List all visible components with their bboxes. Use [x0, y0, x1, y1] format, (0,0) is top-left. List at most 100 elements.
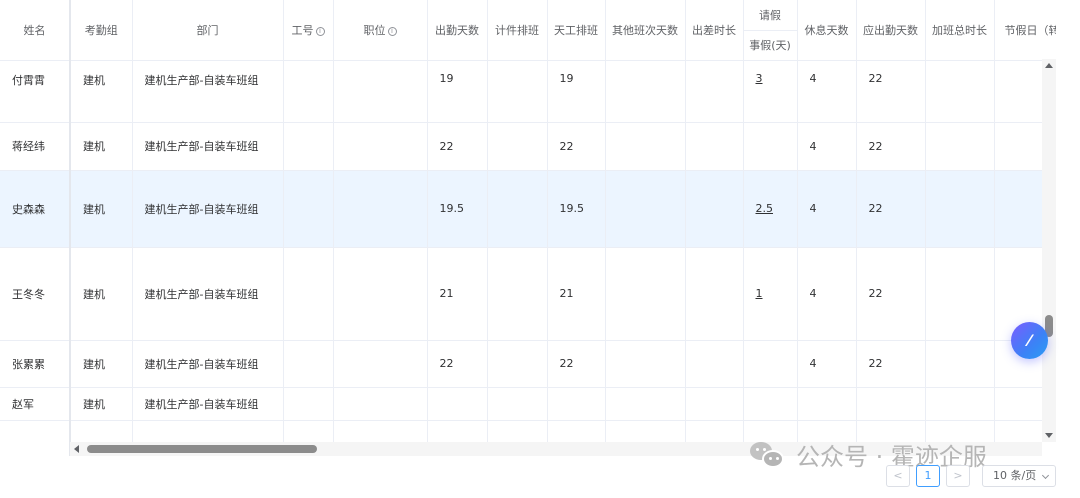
vertical-scrollbar[interactable] — [1042, 59, 1056, 442]
col-job-no-label: 工号 — [291, 23, 314, 37]
col-other-shift: 其他班次天数 — [605, 0, 686, 61]
cell-trip-hours — [685, 340, 744, 388]
cell-name: 张累累 — [0, 340, 71, 388]
col-due-days: 应出勤天数 — [856, 0, 926, 61]
cell-job-no — [283, 170, 334, 248]
cell-other-shift — [605, 60, 686, 123]
cell-position — [333, 247, 428, 341]
cell-overtime — [925, 340, 995, 388]
attendance-table: 姓名 考勤组 部门 工号 i 职位 i 出勤天数 计件排班 天工排班 其他班次天数 … — [0, 0, 1056, 456]
cell-attend — [427, 387, 488, 421]
cell-dept: 建机生产部-自装车班组 — [132, 60, 284, 123]
cell-day-shift: 22 — [547, 340, 606, 388]
cell-attend: 22 — [427, 122, 488, 171]
cell-position — [333, 387, 428, 421]
cell-other-shift — [605, 122, 686, 171]
leave-link[interactable]: 1 — [756, 287, 763, 300]
cell-dept: 建机生产部-自装车班组 — [132, 170, 284, 248]
cell-name: 王冬冬 — [0, 247, 71, 341]
cell-group: 建机 — [70, 340, 133, 388]
col-position-label: 职位 — [363, 23, 386, 37]
cell-job-no — [283, 387, 334, 421]
cell-position — [333, 122, 428, 171]
col-day-shift: 天工排班 — [547, 0, 606, 61]
table-row[interactable]: 王冬冬 建机 建机生产部-自装车班组 21 21 1 4 22 — [0, 247, 1056, 341]
cell-rest: 4 — [797, 60, 857, 123]
col-name: 姓名 — [0, 0, 71, 61]
cell-attend: 22 — [427, 340, 488, 388]
cell-job-no — [283, 340, 334, 388]
cell-leave — [743, 122, 798, 171]
cell-leave: 1 — [743, 247, 798, 341]
page-size-select[interactable]: 10 条/页 — [982, 465, 1056, 487]
cell-rest — [797, 387, 857, 421]
cell-group: 建机 — [70, 247, 133, 341]
leave-link[interactable]: 3 — [756, 72, 763, 85]
col-job-no: 工号 i — [283, 0, 334, 61]
cell-other-shift — [605, 340, 686, 388]
cell-other-shift — [605, 170, 686, 248]
cell-name: 付霄霄 — [0, 60, 71, 123]
cell-day-shift: 19 — [547, 60, 606, 123]
cell-rest: 4 — [797, 122, 857, 171]
cell-rest: 4 — [797, 170, 857, 248]
info-icon[interactable]: i — [387, 26, 397, 36]
cell-attend: 19 — [427, 60, 488, 123]
cell-overtime — [925, 247, 995, 341]
table-row[interactable]: 付霄霄 建机 建机生产部-自装车班组 19 19 3 4 22 — [0, 60, 1056, 123]
prev-page-button[interactable]: < — [886, 465, 910, 487]
cell-day-shift — [547, 387, 606, 421]
cell-leave — [743, 387, 798, 421]
cell-due: 22 — [856, 247, 926, 341]
cell-position — [333, 170, 428, 248]
leave-link[interactable]: 2.5 — [756, 202, 774, 215]
cell-due — [856, 387, 926, 421]
cell-job-no — [283, 247, 334, 341]
cell-attend: 19.5 — [427, 170, 488, 248]
table-row[interactable]: 张累累 建机 建机生产部-自装车班组 22 22 4 22 — [0, 340, 1056, 388]
cell-leave: 2.5 — [743, 170, 798, 248]
pagination: < 1 > 10 条/页 — [886, 465, 1056, 487]
col-holiday: 节假日（转 — [994, 0, 1056, 61]
col-attend-days: 出勤天数 — [427, 0, 488, 61]
col-trip-hours: 出差时长 — [685, 0, 744, 61]
info-icon[interactable]: i — [315, 26, 325, 36]
scroll-left-icon[interactable] — [74, 445, 79, 453]
cell-day-shift: 19.5 — [547, 170, 606, 248]
cell-trip-hours — [685, 60, 744, 123]
cell-piece-shift — [487, 387, 548, 421]
cell-position — [333, 340, 428, 388]
cell-due: 22 — [856, 170, 926, 248]
cell-name: 赵军 — [0, 387, 71, 421]
page-1-button[interactable]: 1 — [916, 465, 940, 487]
cell-leave — [743, 340, 798, 388]
scroll-down-icon[interactable] — [1045, 433, 1053, 438]
table-row[interactable]: 赵军 建机 建机生产部-自装车班组 — [0, 387, 1056, 421]
col-position: 职位 i — [333, 0, 428, 61]
table-row[interactable]: 史森森 建机 建机生产部-自装车班组 19.5 19.5 2.5 4 22 — [0, 170, 1056, 248]
cell-group: 建机 — [70, 122, 133, 171]
cell-dept: 建机生产部-自装车班组 — [132, 122, 284, 171]
cell-position — [333, 60, 428, 123]
cell-day-shift: 22 — [547, 122, 606, 171]
cell-overtime — [925, 122, 995, 171]
horizontal-scroll-thumb[interactable] — [87, 445, 317, 453]
cell-rest: 4 — [797, 247, 857, 341]
cell-piece-shift — [487, 60, 548, 123]
col-leave: 请假 — [743, 0, 798, 31]
cell-dept: 建机生产部-自装车班组 — [132, 387, 284, 421]
magic-wand-icon: ⁄ — [1028, 331, 1031, 350]
ai-assistant-button[interactable]: ⁄ — [1011, 322, 1048, 359]
cell-dept: 建机生产部-自装车班组 — [132, 247, 284, 341]
col-rest-days: 休息天数 — [797, 0, 857, 61]
chevron-down-icon — [1041, 471, 1050, 480]
next-page-button[interactable]: > — [946, 465, 970, 487]
cell-name: 蒋经纬 — [0, 122, 71, 171]
scroll-up-icon[interactable] — [1045, 63, 1053, 68]
cell-due: 22 — [856, 60, 926, 123]
cell-piece-shift — [487, 122, 548, 171]
cell-day-shift: 21 — [547, 247, 606, 341]
table-row[interactable]: 蒋经纬 建机 建机生产部-自装车班组 22 22 4 22 — [0, 122, 1056, 171]
cell-overtime — [925, 60, 995, 123]
cell-dept: 建机生产部-自装车班组 — [132, 340, 284, 388]
